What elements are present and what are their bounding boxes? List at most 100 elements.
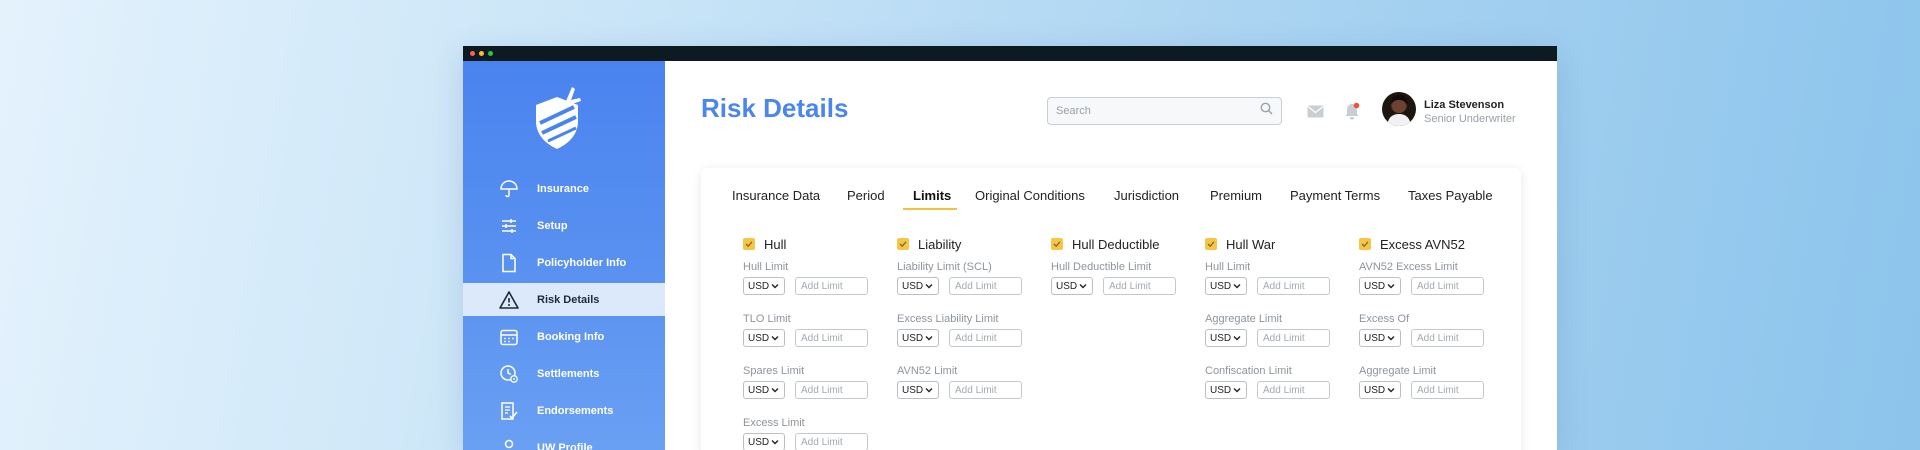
- chevron-down-icon: [1387, 281, 1395, 292]
- search-icon[interactable]: [1260, 102, 1273, 120]
- limit-amount-input[interactable]: [949, 277, 1022, 295]
- field-label: Hull Limit: [1205, 261, 1251, 273]
- limit-amount-input[interactable]: [1411, 277, 1484, 295]
- tab-insurance-data[interactable]: Insurance Data: [732, 188, 820, 203]
- limit-amount-input[interactable]: [1257, 381, 1330, 399]
- chevron-down-icon: [925, 281, 933, 292]
- sidebar-item-setup[interactable]: Setup: [463, 209, 665, 242]
- currency-select[interactable]: USD: [1359, 381, 1401, 399]
- tab-taxes-payable[interactable]: Taxes Payable: [1408, 188, 1493, 203]
- sidebar-item-policyholder-info[interactable]: Policyholder Info: [463, 246, 665, 279]
- notification-bell-icon[interactable]: [1342, 101, 1362, 121]
- field-label: Aggregate Limit: [1359, 365, 1437, 377]
- sidebar-item-risk-details[interactable]: Risk Details: [463, 283, 665, 316]
- liability-checkbox[interactable]: [897, 238, 909, 250]
- sliders-icon: [499, 216, 519, 236]
- column-header: Liability: [897, 236, 1047, 252]
- limit-amount-input[interactable]: [1103, 277, 1176, 295]
- chevron-down-icon: [1387, 333, 1395, 344]
- user-name: Liza Stevenson: [1424, 99, 1505, 111]
- currency-select[interactable]: USD: [1205, 329, 1247, 347]
- limit-field-excess-of: Excess Of USD: [1359, 312, 1509, 347]
- window-titlebar: [463, 46, 1557, 61]
- currency-value: USD: [1364, 384, 1386, 396]
- limit-amount-input[interactable]: [1257, 277, 1330, 295]
- avatar[interactable]: [1382, 92, 1416, 126]
- sidebar-item-label: UW Profile: [537, 441, 593, 450]
- limit-amount-input[interactable]: [949, 329, 1022, 347]
- currency-value: USD: [748, 332, 770, 344]
- hull-checkbox[interactable]: [743, 238, 755, 250]
- limit-field-tlo-limit: TLO Limit USD: [743, 312, 893, 347]
- column-header: Hull Deductible: [1051, 236, 1201, 252]
- limit-amount-input[interactable]: [795, 329, 868, 347]
- limit-amount-input[interactable]: [1411, 381, 1484, 399]
- limit-amount-input[interactable]: [1257, 329, 1330, 347]
- currency-select[interactable]: USD: [743, 381, 785, 399]
- tab-payment-terms[interactable]: Payment Terms: [1290, 188, 1380, 203]
- currency-value: USD: [902, 280, 924, 292]
- currency-select[interactable]: USD: [1205, 277, 1247, 295]
- currency-select[interactable]: USD: [743, 329, 785, 347]
- document-icon: [499, 253, 519, 273]
- search-input[interactable]: [1056, 105, 1260, 117]
- active-tab-underline: [903, 208, 957, 210]
- currency-select[interactable]: USD: [897, 329, 939, 347]
- hull-war-checkbox[interactable]: [1205, 238, 1217, 250]
- tab-jurisdiction[interactable]: Jurisdiction: [1114, 188, 1179, 203]
- limit-amount-input[interactable]: [795, 381, 868, 399]
- close-window-dot[interactable]: [470, 51, 475, 56]
- currency-select[interactable]: USD: [897, 381, 939, 399]
- currency-select[interactable]: USD: [1205, 381, 1247, 399]
- limit-field-avn52-limit: AVN52 Limit USD: [897, 364, 1047, 399]
- field-label: Excess Limit: [743, 417, 805, 429]
- tab-premium[interactable]: Premium: [1210, 188, 1262, 203]
- limits-column-hull-deductible: Hull Deductible Hull Deductible Limit USD: [1051, 236, 1201, 295]
- warning-icon: [499, 290, 519, 310]
- currency-select[interactable]: USD: [743, 277, 785, 295]
- sidebar-item-settlements[interactable]: Settlements: [463, 357, 665, 390]
- sidebar-item-booking-info[interactable]: Booking Info: [463, 320, 665, 353]
- hull-deductible-checkbox[interactable]: [1051, 238, 1063, 250]
- currency-select[interactable]: USD: [743, 433, 785, 450]
- field-label: Spares Limit: [743, 365, 805, 377]
- sidebar-item-label: Booking Info: [537, 330, 605, 343]
- currency-select[interactable]: USD: [1359, 329, 1401, 347]
- sidebar-item-label: Endorsements: [537, 404, 614, 417]
- column-title: Liability: [918, 236, 962, 252]
- currency-value: USD: [748, 436, 770, 448]
- tab-original-conditions[interactable]: Original Conditions: [975, 188, 1085, 203]
- sidebar-item-uw-profile[interactable]: UW Profile: [463, 431, 665, 450]
- limit-amount-input[interactable]: [1411, 329, 1484, 347]
- currency-value: USD: [1056, 280, 1078, 292]
- column-header: Hull War: [1205, 236, 1355, 252]
- field-label: Hull Limit: [743, 261, 789, 273]
- limits-column-liability: LiabilityLiability Limit (SCL)USDExcess …: [897, 236, 1047, 399]
- currency-value: USD: [748, 280, 770, 292]
- minimize-window-dot[interactable]: [479, 51, 484, 56]
- sidebar-item-endorsements[interactable]: Endorsements: [463, 394, 665, 427]
- tab-limits[interactable]: Limits: [913, 188, 951, 203]
- tab-period[interactable]: Period: [847, 188, 885, 203]
- currency-select[interactable]: USD: [897, 277, 939, 295]
- field-label: AVN52 Excess Limit: [1359, 261, 1458, 273]
- currency-value: USD: [1210, 280, 1232, 292]
- currency-select[interactable]: USD: [1359, 277, 1401, 295]
- search-box[interactable]: [1047, 97, 1282, 125]
- mail-icon[interactable]: [1305, 101, 1325, 121]
- chevron-down-icon: [1233, 281, 1241, 292]
- field-label: Hull Deductible Limit: [1051, 261, 1152, 273]
- column-title: Hull War: [1226, 236, 1276, 252]
- limit-field-confiscation-limit: Confiscation Limit USD: [1205, 364, 1355, 399]
- sidebar-item-insurance[interactable]: Insurance: [463, 172, 665, 205]
- limit-amount-input[interactable]: [795, 433, 868, 450]
- chevron-down-icon: [1233, 333, 1241, 344]
- maximize-window-dot[interactable]: [488, 51, 493, 56]
- excess-avn52-checkbox[interactable]: [1359, 238, 1371, 250]
- settlement-icon: [499, 364, 519, 384]
- limit-amount-input[interactable]: [949, 381, 1022, 399]
- currency-select[interactable]: USD: [1051, 277, 1093, 295]
- column-header: Excess AVN52: [1359, 236, 1509, 252]
- currency-value: USD: [1210, 332, 1232, 344]
- limit-amount-input[interactable]: [795, 277, 868, 295]
